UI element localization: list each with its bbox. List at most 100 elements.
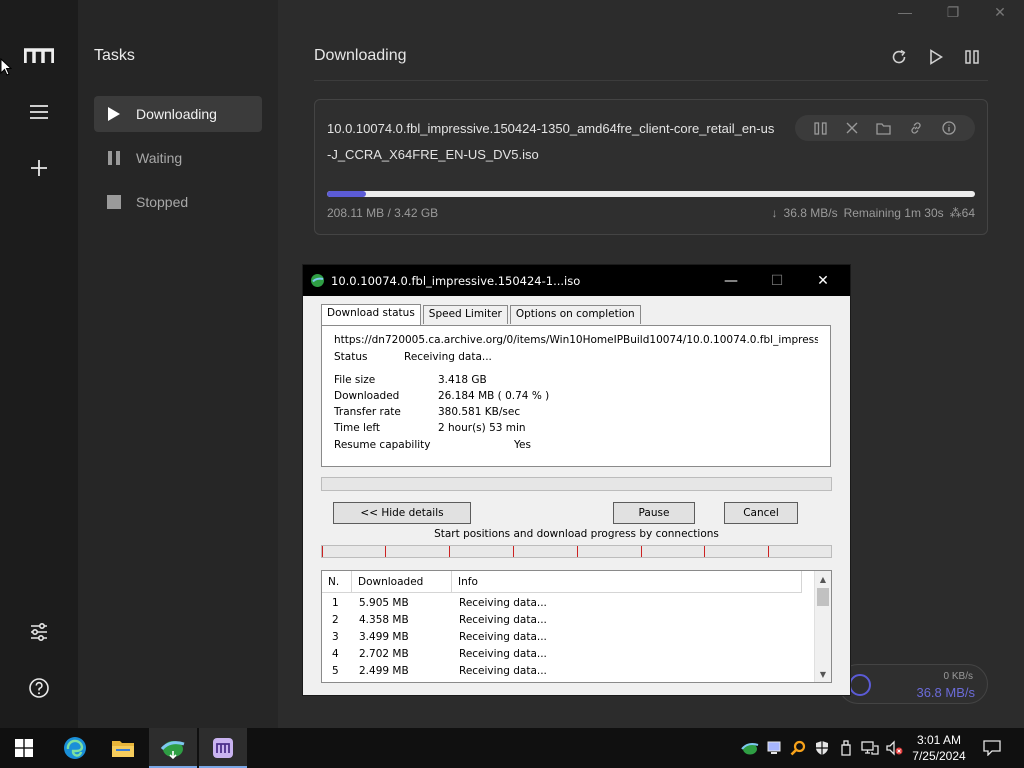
folder-icon[interactable] (876, 122, 891, 135)
sidebar-item-label: Stopped (136, 194, 189, 210)
idm-logo-icon (311, 274, 324, 287)
link-icon[interactable] (909, 121, 923, 135)
idm-title: 10.0.10074.0.fbl_impressive.150424-1...i… (331, 273, 581, 288)
transfer-rate-label: Transfer rate (334, 406, 401, 418)
task-name: 10.0.10074.0.fbl_impressive.150424-1350_… (327, 121, 775, 162)
table-row[interactable]: 5 2.499 MB Receiving data... (322, 663, 802, 680)
pause-all-icon[interactable] (961, 46, 983, 68)
download-arrow-icon: ↓ (771, 206, 778, 220)
connection-segment (322, 546, 323, 557)
upload-speed: 0 KB/s (943, 671, 973, 682)
download-status-panel: https://dn720005.ca.archive.org/0/items/… (321, 325, 831, 467)
hide-details-button[interactable]: << Hide details (333, 502, 471, 524)
idm-icon[interactable] (149, 728, 197, 768)
connection-segment (641, 546, 642, 557)
column-header-info[interactable]: Info (452, 571, 802, 593)
connection-segment (449, 546, 450, 557)
connection-segment (577, 546, 578, 557)
scroll-down-icon[interactable]: ▼ (815, 666, 831, 682)
idm-tray-icon[interactable] (740, 738, 760, 758)
table-row[interactable]: 1 5.905 MB Receiving data... (322, 595, 802, 612)
row-info: Receiving data... (459, 614, 547, 626)
row-downloaded: 5.905 MB (359, 597, 409, 609)
file-size-label: File size (334, 374, 376, 386)
table-row[interactable]: 4 2.702 MB Receiving data... (322, 646, 802, 663)
tab-speed-limiter[interactable]: Speed Limiter (422, 305, 508, 324)
column-header-downloaded[interactable]: Downloaded (352, 571, 452, 593)
speedometer-dial-icon (849, 674, 871, 696)
edge-icon[interactable] (51, 728, 99, 768)
mouse-cursor-icon (0, 58, 12, 76)
table-row[interactable]: 3 3.499 MB Receiving data... (322, 629, 802, 646)
row-number: 2 (332, 614, 339, 626)
taskbar: 3:01 AM 7/25/2024 (0, 728, 1024, 768)
scrollbar-thumb[interactable] (817, 588, 829, 606)
desktop: Tasks Downloading Waiting Stopped — ❐ ✕ … (0, 0, 1024, 768)
row-number: 4 (332, 648, 339, 660)
maximize-icon[interactable]: ❐ (942, 4, 964, 24)
header-divider (314, 80, 988, 81)
help-icon[interactable] (24, 673, 54, 703)
clock-date: 7/25/2024 (912, 749, 966, 763)
add-task-icon[interactable] (24, 153, 54, 183)
row-downloaded: 2.499 MB (359, 665, 409, 677)
taskbar-clock[interactable]: 3:01 AM 7/25/2024 (904, 732, 974, 764)
status-label: Status (334, 351, 368, 363)
security-shield-icon[interactable] (812, 738, 832, 758)
minimize-icon[interactable]: — (894, 4, 916, 24)
download-speed: 36.8 MB/s (916, 685, 975, 700)
refresh-icon[interactable] (888, 46, 910, 68)
speedometer[interactable]: 0 KB/s 36.8 MB/s (838, 664, 988, 704)
delete-icon[interactable] (846, 122, 858, 134)
close-icon[interactable]: ✕ (989, 4, 1011, 24)
close-icon[interactable]: ✕ (800, 265, 846, 296)
motrix-logo-icon[interactable] (24, 41, 54, 71)
resume-capability-label: Resume capability (334, 439, 431, 451)
minimize-icon[interactable]: — (708, 265, 754, 296)
task-item[interactable]: 10.0.10074.0.fbl_impressive.150424-1350_… (314, 99, 988, 235)
resume-all-icon[interactable] (925, 46, 947, 68)
task-sidebar: Tasks Downloading Waiting Stopped (78, 0, 278, 728)
tab-options-on-completion[interactable]: Options on completion (509, 305, 641, 324)
task-list-icon[interactable] (24, 97, 54, 127)
task-actions (795, 115, 975, 141)
file-explorer-icon[interactable] (99, 728, 147, 768)
preferences-icon[interactable] (24, 617, 54, 647)
pause-button[interactable]: Pause (613, 502, 695, 524)
network-monitor-icon[interactable] (764, 738, 784, 758)
tab-download-status[interactable]: Download status (321, 304, 421, 325)
row-info: Receiving data... (459, 597, 547, 609)
table-scrollbar[interactable]: ▲ ▼ (814, 571, 831, 682)
idm-download-dialog: 10.0.10074.0.fbl_impressive.150424-1...i… (302, 264, 851, 696)
connections-table: N. Downloaded Info 1 5.905 MB Receiving … (321, 570, 832, 683)
sidebar-item-waiting[interactable]: Waiting (94, 140, 262, 176)
task-connections: 64 (961, 206, 975, 220)
task-progress-bar (327, 191, 975, 197)
pause-icon (106, 150, 122, 166)
notifications-icon[interactable] (981, 738, 1003, 758)
cancel-button[interactable]: Cancel (724, 502, 798, 524)
task-remaining: Remaining 1m 30s (843, 206, 944, 220)
connections-icon: ⁂ (949, 206, 962, 220)
connection-segment (768, 546, 769, 557)
network-icon[interactable] (860, 738, 880, 758)
connection-segment (513, 546, 514, 557)
idm-title-bar[interactable]: 10.0.10074.0.fbl_impressive.150424-1...i… (303, 265, 850, 296)
motrix-icon[interactable] (199, 728, 247, 768)
app-rail (0, 0, 78, 728)
sidebar-item-stopped[interactable]: Stopped (94, 184, 262, 220)
pause-icon[interactable] (814, 121, 827, 135)
row-info: Receiving data... (459, 665, 547, 677)
info-icon[interactable] (942, 121, 956, 135)
volume-muted-icon[interactable] (884, 738, 904, 758)
sidebar-item-downloading[interactable]: Downloading (94, 96, 262, 132)
usb-device-icon[interactable] (836, 738, 856, 758)
table-row[interactable]: 2 4.358 MB Receiving data... (322, 612, 802, 629)
scroll-up-icon[interactable]: ▲ (815, 571, 831, 587)
windows-start-icon[interactable] (0, 728, 48, 768)
search-tool-icon[interactable] (788, 738, 808, 758)
connection-segment (385, 546, 386, 557)
row-info: Receiving data... (459, 631, 547, 643)
column-header-n[interactable]: N. (322, 571, 352, 593)
table-header: N. Downloaded Info (322, 571, 802, 593)
